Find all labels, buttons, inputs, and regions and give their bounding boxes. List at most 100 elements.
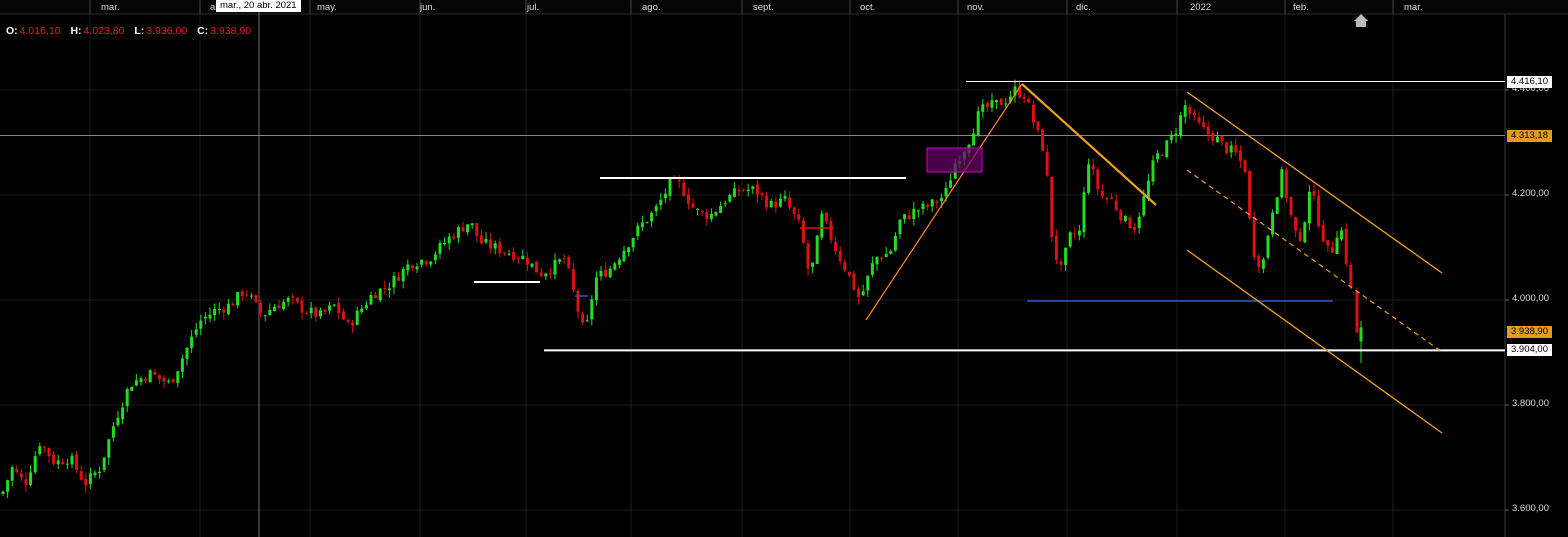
candle-body <box>222 309 226 313</box>
candle <box>420 259 424 268</box>
candle-body <box>452 236 456 239</box>
low-label: L: <box>134 25 145 37</box>
candle <box>351 319 355 333</box>
candle-body <box>751 186 755 189</box>
candle <box>139 376 143 386</box>
y-tick-label: 3.800,00 <box>1512 398 1549 409</box>
ohlc-readout: O: 4.016,10 H: 4.023,80 L: 3.936,00 C: 3.938… <box>6 25 258 37</box>
candle <box>1068 231 1072 249</box>
candle <box>70 452 74 469</box>
candle <box>236 291 240 309</box>
candle-body <box>705 212 709 220</box>
candle-body <box>553 259 557 275</box>
candle-body <box>171 379 175 383</box>
candle-body <box>387 288 391 291</box>
candle <box>1022 92 1026 103</box>
candle-body <box>433 254 437 261</box>
candle <box>1326 239 1330 252</box>
candle <box>1321 220 1325 243</box>
candle-body <box>29 472 33 485</box>
candle <box>88 467 92 489</box>
candle <box>286 296 290 307</box>
candle-body <box>1294 217 1298 231</box>
candle <box>1041 128 1045 152</box>
candle-body <box>1073 233 1077 235</box>
candle-body <box>397 276 401 281</box>
candle-body <box>19 473 23 478</box>
candle-body <box>1197 117 1201 123</box>
candle <box>231 301 235 306</box>
candle <box>15 465 19 474</box>
candle-body <box>1137 216 1141 229</box>
close-label: C: <box>197 25 209 37</box>
candle-body <box>1082 192 1086 233</box>
candle <box>438 240 442 260</box>
candle-body <box>1355 291 1359 333</box>
candle-body <box>410 265 414 269</box>
candle <box>84 472 88 493</box>
candle-body <box>558 259 562 262</box>
candle <box>1312 184 1316 201</box>
x-tick-label: jun. <box>420 2 436 13</box>
price-chart[interactable] <box>0 0 1568 537</box>
candle <box>1073 226 1077 240</box>
candle-body <box>1192 112 1196 116</box>
candle <box>259 300 263 318</box>
candle-body <box>392 276 396 288</box>
candle-body <box>990 100 994 108</box>
candle-body <box>903 214 907 220</box>
candle-body <box>778 198 782 207</box>
candle-body <box>1151 160 1155 182</box>
candle-body <box>571 268 575 290</box>
candle-body <box>576 290 580 312</box>
candle-body <box>1257 255 1261 268</box>
candle-body <box>1004 103 1008 105</box>
candle-body <box>880 257 884 259</box>
candle-body <box>65 463 69 465</box>
candle <box>792 206 796 220</box>
candle <box>972 128 976 146</box>
candle-body <box>157 374 161 379</box>
candle-body <box>544 273 548 277</box>
candle <box>245 289 249 298</box>
candle-body <box>627 247 631 253</box>
candle <box>995 99 999 109</box>
candle-body <box>682 182 686 196</box>
candle-body <box>700 211 704 213</box>
candle-body <box>259 302 263 314</box>
high-value: 4.023,80 <box>83 25 125 37</box>
candle <box>1344 223 1348 268</box>
candle <box>346 318 350 324</box>
home-icon[interactable] <box>1354 14 1368 27</box>
candle <box>590 295 594 326</box>
candle <box>530 263 534 269</box>
candle <box>857 286 861 305</box>
close-value: 3.938,90 <box>210 25 252 37</box>
candle <box>38 442 42 456</box>
candle-body <box>98 471 102 474</box>
candle-body <box>148 370 152 383</box>
candle <box>406 259 410 276</box>
candle-body <box>249 295 253 297</box>
candle-body <box>415 266 419 270</box>
candle <box>599 265 603 281</box>
candle-body <box>806 243 810 269</box>
candle <box>824 211 828 224</box>
candle-body <box>42 446 46 448</box>
candle <box>102 457 106 473</box>
candle <box>52 450 56 466</box>
candle-body <box>1340 230 1344 240</box>
candle-body <box>286 297 290 302</box>
candle <box>999 98 1003 106</box>
channel-upper <box>1186 91 1443 274</box>
candle <box>392 271 396 295</box>
x-tick-label: ago. <box>642 2 661 13</box>
candle-body <box>1169 134 1173 140</box>
candle-body <box>1284 169 1288 198</box>
candle-body <box>1206 126 1210 135</box>
x-tick-label: feb. <box>1293 2 1309 13</box>
candle-body <box>185 347 189 359</box>
candle <box>65 458 69 470</box>
candle <box>415 262 419 274</box>
candle <box>452 233 456 241</box>
